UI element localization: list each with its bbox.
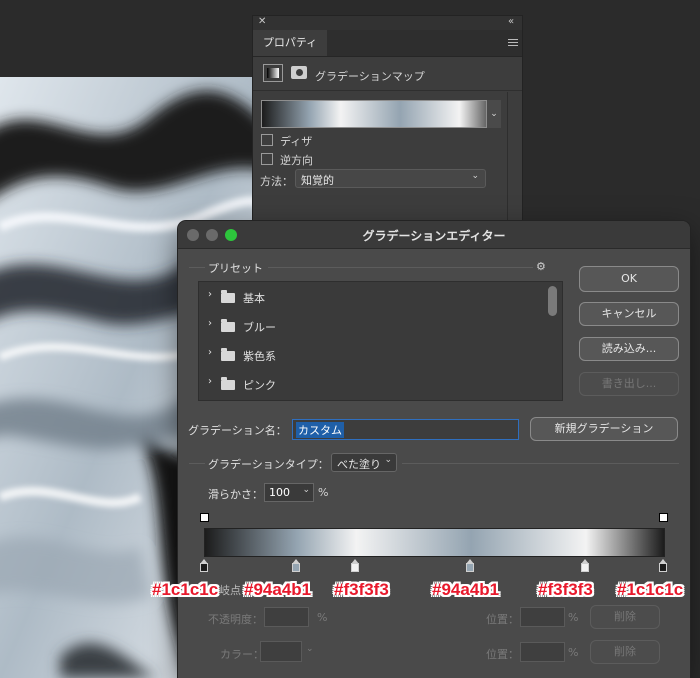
close-icon[interactable]: ✕: [258, 16, 266, 27]
preset-folder-label: 紫色系: [243, 350, 276, 363]
smoothness-value: 100: [269, 486, 290, 499]
folder-icon: [221, 377, 235, 390]
tab-properties-label: プロパティ: [262, 36, 318, 49]
dither-label: ディザ: [280, 135, 313, 148]
opacity-input[interactable]: [264, 607, 309, 627]
properties-panel-titlebar[interactable]: ✕ «: [253, 16, 522, 30]
load-button[interactable]: 読み込み...: [579, 337, 679, 361]
gradient-name-value: カスタム: [296, 422, 344, 438]
chevron-down-icon[interactable]: ⌄: [302, 485, 310, 495]
method-value: 知覚的: [301, 174, 334, 187]
presets-list[interactable]: › 基本 › ブルー › 紫色系 › ピンク: [198, 281, 563, 401]
chevron-down-icon: ⌄: [471, 171, 479, 181]
preset-folder[interactable]: › ブルー: [199, 312, 544, 340]
method-select[interactable]: 知覚的 ⌄: [295, 169, 486, 188]
gradient-type-select[interactable]: べた塗り ⌄: [331, 453, 397, 472]
chevron-down-icon[interactable]: ⌄: [486, 100, 501, 128]
cancel-button-label: キャンセル: [601, 307, 657, 320]
adjustment-title: グラデーションマップ: [315, 70, 425, 83]
color-stop[interactable]: [580, 559, 589, 572]
gradient-preview[interactable]: [261, 100, 501, 128]
smoothness-input[interactable]: 100 ⌄: [264, 483, 314, 502]
delete-color-stop-button[interactable]: 削除: [590, 640, 660, 664]
delete-label: 削除: [614, 610, 636, 623]
color-stop[interactable]: [659, 559, 667, 572]
gradient-map-icon: [263, 64, 283, 82]
chevron-down-icon: ⌄: [306, 644, 314, 654]
location-label-opacity: 位置：: [486, 613, 519, 626]
mask-icon[interactable]: [291, 66, 307, 79]
presets-label: プリセット: [208, 262, 263, 275]
dither-checkbox[interactable]: [261, 134, 273, 146]
gradient-type-value: べた塗り: [337, 458, 381, 471]
ok-button[interactable]: OK: [579, 266, 679, 292]
gradient-name-label: グラデーション名：: [188, 424, 287, 437]
location-input-opacity[interactable]: [520, 607, 565, 627]
export-button-label: 書き出し...: [601, 377, 657, 390]
location-unit-opacity: %: [568, 611, 579, 624]
preset-folder-label: ピンク: [243, 379, 276, 392]
color-swatch[interactable]: [260, 641, 302, 662]
location-label-color: 位置：: [486, 648, 519, 661]
delete-opacity-stop-button[interactable]: 削除: [590, 605, 660, 629]
color-stop[interactable]: [291, 559, 300, 572]
folder-icon: [221, 319, 235, 332]
preset-folder-label: ブルー: [243, 321, 276, 334]
preset-folder[interactable]: › 基本: [199, 283, 544, 311]
method-label: 方法：: [260, 175, 293, 188]
dialog-title: グラデーションエディター: [362, 229, 506, 243]
preset-folder[interactable]: › 紫色系: [199, 341, 544, 369]
smoothness-unit: %: [318, 486, 329, 499]
color-label: カラー：: [220, 648, 264, 661]
opacity-stop[interactable]: [200, 513, 209, 522]
new-gradient-button[interactable]: 新規グラデーション: [530, 417, 678, 441]
opacity-unit: %: [317, 611, 328, 624]
chevron-right-icon[interactable]: ›: [208, 318, 212, 329]
opacity-label: 不透明度：: [208, 613, 263, 626]
preset-folder[interactable]: › ピンク: [199, 370, 544, 398]
chevron-down-icon: ⌄: [384, 455, 392, 465]
gradient-bar[interactable]: [204, 528, 665, 557]
color-stop[interactable]: [466, 559, 475, 572]
gradient-name-input[interactable]: カスタム: [292, 419, 519, 440]
folder-icon: [221, 290, 235, 303]
export-button[interactable]: 書き出し...: [579, 372, 679, 396]
chevron-right-icon[interactable]: ›: [208, 289, 212, 300]
location-unit-color: %: [568, 646, 579, 659]
chevron-right-icon[interactable]: ›: [208, 376, 212, 387]
opacity-stop[interactable]: [659, 513, 668, 522]
cancel-button[interactable]: キャンセル: [579, 302, 679, 326]
smoothness-label: 滑らかさ：: [208, 488, 263, 501]
folder-icon: [221, 348, 235, 361]
new-gradient-button-label: 新規グラデーション: [554, 422, 654, 435]
collapse-icon[interactable]: «: [508, 16, 514, 27]
reverse-label: 逆方向: [280, 154, 313, 167]
delete-label: 削除: [614, 645, 636, 658]
opacity-stops: [200, 513, 668, 523]
reverse-checkbox[interactable]: [261, 153, 273, 165]
tab-properties[interactable]: プロパティ: [253, 30, 327, 56]
gear-icon[interactable]: ⚙: [536, 260, 546, 273]
location-input-color[interactable]: [520, 642, 565, 662]
color-stops: [200, 559, 667, 572]
presets-scrollbar[interactable]: [548, 286, 557, 316]
stops-label: 分岐点: [208, 584, 241, 597]
color-stop[interactable]: [200, 559, 208, 572]
dialog-titlebar[interactable]: グラデーションエディター: [178, 221, 690, 249]
chevron-right-icon[interactable]: ›: [208, 347, 212, 358]
panel-menu-icon[interactable]: [508, 39, 518, 46]
color-stop[interactable]: [351, 559, 360, 572]
load-button-label: 読み込み...: [601, 342, 657, 355]
gradient-type-label: グラデーションタイプ：: [208, 458, 329, 471]
gradient-editor-dialog: グラデーションエディター プリセット ⚙ › 基本 › ブルー › 紫色系 › ピンク OK …: [178, 221, 690, 678]
preset-folder-label: 基本: [243, 292, 265, 305]
ok-button-label: OK: [621, 272, 637, 285]
